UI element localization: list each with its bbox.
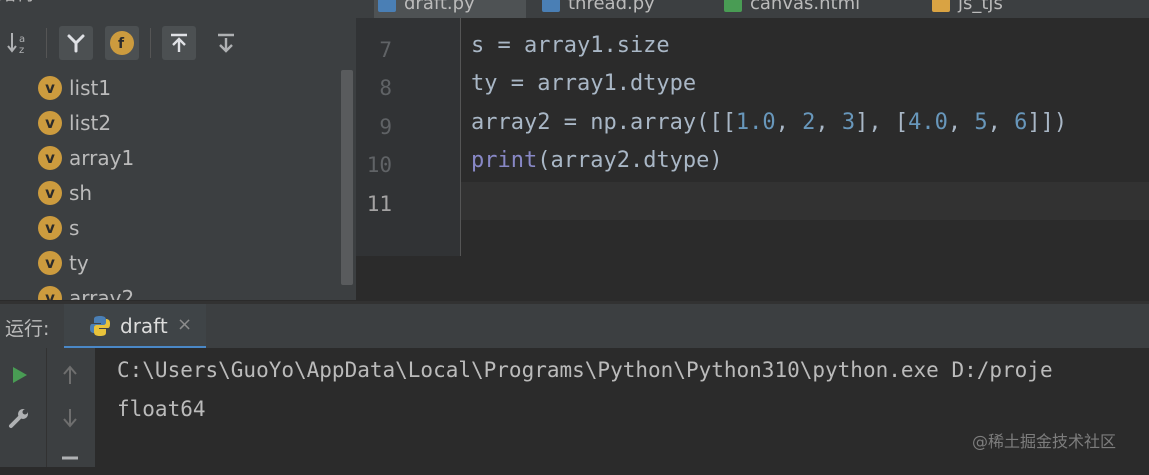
variable-icon: v xyxy=(38,250,62,275)
line-number: 10 xyxy=(366,153,392,177)
structure-item[interactable]: v list1 xyxy=(38,70,111,105)
current-line-highlight xyxy=(461,182,1149,220)
svg-text:z: z xyxy=(19,45,24,56)
python-icon xyxy=(88,314,112,342)
tab-label: draft.py xyxy=(404,0,475,14)
structure-item[interactable]: v sh xyxy=(38,175,92,210)
js-file-icon xyxy=(932,0,950,12)
console-line: C:\Users\GuoYo\AppData\Local\Programs\Py… xyxy=(117,358,1053,382)
code-line[interactable]: array2 = np.array([[1.0, 2, 3], [4.0, 5,… xyxy=(471,110,1067,135)
variable-icon: v xyxy=(38,110,62,135)
run-toolbar-left xyxy=(0,348,46,467)
run-tab-draft[interactable]: draft × xyxy=(64,304,206,349)
scroll-down-arrow-icon[interactable] xyxy=(55,403,85,433)
toolbar-separator xyxy=(150,28,151,58)
wrench-icon[interactable] xyxy=(4,403,34,433)
code-editor: draft.py thread.py canvas.html js_tjs 7 … xyxy=(356,0,1149,300)
structure-scrollbar[interactable] xyxy=(341,70,353,285)
structure-panel: 结构 ▲ ✱ a z f xyxy=(0,0,356,300)
python-file-icon xyxy=(378,0,396,12)
structure-item[interactable]: v array1 xyxy=(38,140,134,175)
collapse-down-icon[interactable] xyxy=(209,26,243,60)
structure-titlebar: 结构 ▲ ✱ xyxy=(0,0,356,8)
structure-item-label: sh xyxy=(69,180,93,205)
tab-canvas-html[interactable]: canvas.html xyxy=(724,0,860,18)
structure-item[interactable]: v list2 xyxy=(38,105,111,140)
show-functions-icon[interactable]: f xyxy=(105,26,139,60)
gutter-divider xyxy=(460,18,461,256)
soft-wrap-lines-icon[interactable] xyxy=(55,445,85,475)
structure-item-label: array2 xyxy=(69,285,135,301)
line-number: 9 xyxy=(379,115,392,139)
run-tool-header: 运行: draft × xyxy=(0,304,1149,349)
line-number: 8 xyxy=(379,76,392,100)
tab-label: js_tjs xyxy=(958,0,1003,14)
variable-icon: v xyxy=(38,215,62,240)
tab-draft-py[interactable]: draft.py xyxy=(374,0,526,18)
tab-thread-py[interactable]: thread.py xyxy=(542,0,655,18)
python-file-icon xyxy=(542,0,560,12)
editor-blank-area[interactable] xyxy=(356,256,1149,300)
run-tab-label: draft xyxy=(120,314,168,338)
structure-item[interactable]: v s xyxy=(38,210,79,245)
console-line: float64 xyxy=(117,397,206,421)
line-number: 11 xyxy=(366,192,392,216)
variable-icon: v xyxy=(38,180,62,205)
line-number-gutter: 7 8 9 10 11 xyxy=(356,18,460,256)
sort-alpha-icon[interactable]: a z xyxy=(2,26,36,60)
run-label: 运行: xyxy=(5,318,50,340)
structure-item[interactable]: v ty xyxy=(38,245,89,280)
code-line[interactable]: print(array2.dtype) xyxy=(471,148,723,173)
structure-item-label: list2 xyxy=(69,110,112,135)
structure-item-label: ty xyxy=(69,250,89,275)
svg-text:a: a xyxy=(19,34,25,45)
structure-title: 结构 xyxy=(0,0,34,6)
structure-item[interactable]: v array2 xyxy=(38,280,134,300)
code-line-text: array2 = np.array([[1.0, 2, 3], [4.0, 5,… xyxy=(471,110,1068,135)
html-file-icon xyxy=(724,0,742,12)
structure-item-label: array1 xyxy=(69,145,135,170)
code-line[interactable]: ty = array1.dtype xyxy=(471,71,696,96)
run-toolbar-right xyxy=(46,348,95,467)
tab-label: canvas.html xyxy=(750,0,861,14)
tab-label: thread.py xyxy=(568,0,655,14)
line-number: 7 xyxy=(379,38,392,62)
scroll-up-arrow-icon[interactable] xyxy=(55,360,85,390)
structure-item-label: s xyxy=(69,215,80,240)
svg-text:f: f xyxy=(118,36,125,52)
variable-icon: v xyxy=(38,145,62,170)
structure-item-label: list1 xyxy=(69,75,112,100)
expand-up-icon[interactable] xyxy=(162,26,196,60)
tab-js[interactable]: js_tjs xyxy=(932,0,1003,18)
close-tab-icon[interactable]: × xyxy=(177,314,192,335)
filter-variables-icon[interactable] xyxy=(59,26,93,60)
code-line[interactable]: s = array1.size xyxy=(471,33,670,58)
editor-tab-bar: draft.py thread.py canvas.html js_tjs xyxy=(356,0,1149,18)
code-line-text: print(array2.dtype) xyxy=(471,148,723,173)
structure-toolbar: a z f xyxy=(0,24,356,64)
variable-icon: v xyxy=(38,75,62,100)
toolbar-separator xyxy=(46,28,47,58)
structure-tree: v list1 v list2 v array1 v sh v s v ty v… xyxy=(0,69,340,300)
rerun-play-icon[interactable] xyxy=(4,360,34,390)
watermark: @稀土掘金技术社区 xyxy=(972,432,1117,451)
variable-icon: v xyxy=(38,285,62,300)
